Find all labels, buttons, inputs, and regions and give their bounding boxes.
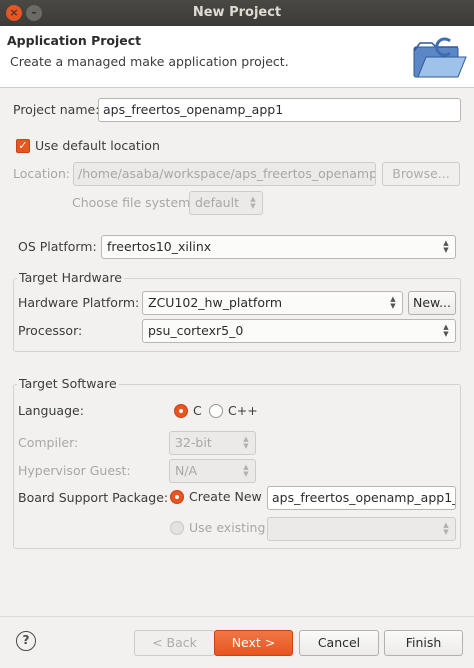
hypervisor-guest-label: Hypervisor Guest: bbox=[18, 463, 131, 478]
updown-arrows-icon: ▲ ▼ bbox=[250, 195, 256, 210]
file-system-label: Choose file system: bbox=[72, 195, 195, 210]
hypervisor-guest-value: N/A bbox=[175, 463, 198, 478]
wizard-header: Application Project Create a managed mak… bbox=[0, 26, 474, 88]
language-cpp-label: C++ bbox=[228, 403, 258, 418]
location-label: Location: bbox=[13, 166, 71, 181]
os-platform-label: OS Platform: bbox=[18, 239, 97, 254]
minimize-window-button[interactable]: – bbox=[26, 5, 42, 21]
language-c-radio[interactable] bbox=[174, 404, 188, 418]
file-system-value: default bbox=[195, 195, 239, 210]
bsp-use-existing-label: Use existing bbox=[189, 520, 266, 535]
minimize-icon: – bbox=[31, 6, 37, 19]
processor-value: psu_cortexr5_0 bbox=[148, 323, 244, 338]
checkmark-icon: ✓ bbox=[18, 139, 28, 152]
project-name-label: Project name: bbox=[13, 102, 100, 117]
project-name-input[interactable]: aps_freertos_openamp_app1 bbox=[98, 98, 461, 122]
use-default-location-label: Use default location bbox=[35, 138, 160, 153]
os-platform-value: freertos10_xilinx bbox=[107, 239, 212, 254]
compiler-select[interactable]: 32-bit ▲ ▼ bbox=[169, 431, 256, 455]
file-system-select[interactable]: default ▲ ▼ bbox=[189, 191, 263, 215]
target-software-title: Target Software bbox=[17, 376, 119, 391]
next-button[interactable]: Next > bbox=[214, 630, 293, 656]
updown-arrows-icon: ▲ ▼ bbox=[443, 521, 449, 536]
cancel-button[interactable]: Cancel bbox=[299, 630, 379, 656]
back-button[interactable]: < Back bbox=[134, 630, 215, 656]
window-titlebar: New Project bbox=[0, 0, 474, 26]
updown-arrows-icon: ▲ ▼ bbox=[443, 239, 449, 254]
bsp-create-new-label: Create New bbox=[189, 489, 262, 504]
hardware-platform-select[interactable]: ZCU102_hw_platform ▲ ▼ bbox=[142, 291, 403, 315]
language-cpp-radio[interactable] bbox=[209, 404, 223, 418]
hardware-platform-value: ZCU102_hw_platform bbox=[148, 295, 283, 310]
help-button[interactable]: ? bbox=[16, 631, 36, 651]
footer-divider bbox=[0, 616, 474, 617]
updown-arrows-icon: ▲ ▼ bbox=[243, 463, 249, 478]
updown-arrows-icon: ▲ ▼ bbox=[443, 323, 449, 338]
browse-button[interactable]: Browse... bbox=[382, 162, 460, 186]
bsp-create-new-radio[interactable] bbox=[170, 490, 184, 504]
new-hardware-platform-button[interactable]: New... bbox=[408, 291, 456, 315]
compiler-label: Compiler: bbox=[18, 435, 79, 450]
wizard-title: Application Project bbox=[7, 33, 142, 48]
wizard-folder-c-icon bbox=[413, 37, 467, 78]
close-window-button[interactable]: × bbox=[6, 5, 22, 21]
updown-arrows-icon: ▲ ▼ bbox=[390, 295, 396, 310]
close-icon: × bbox=[9, 6, 19, 19]
bsp-existing-select[interactable]: ▲ ▼ bbox=[267, 517, 456, 541]
bsp-label: Board Support Package: bbox=[18, 490, 169, 505]
language-c-label: C bbox=[193, 403, 202, 418]
bsp-name-input[interactable]: aps_freertos_openamp_app1_ bbox=[267, 486, 456, 510]
updown-arrows-icon: ▲ ▼ bbox=[243, 435, 249, 450]
hypervisor-guest-select[interactable]: N/A ▲ ▼ bbox=[169, 459, 256, 483]
processor-select[interactable]: psu_cortexr5_0 ▲ ▼ bbox=[142, 319, 456, 343]
wizard-description: Create a managed make application projec… bbox=[10, 54, 289, 69]
compiler-value: 32-bit bbox=[175, 435, 212, 450]
processor-label: Processor: bbox=[18, 323, 83, 338]
window-title: New Project bbox=[192, 5, 282, 20]
location-input[interactable]: /home/asaba/workspace/aps_freertos_opena… bbox=[73, 162, 376, 186]
hardware-platform-label: Hardware Platform: bbox=[18, 295, 140, 310]
os-platform-select[interactable]: freertos10_xilinx ▲ ▼ bbox=[101, 235, 456, 259]
bsp-use-existing-radio[interactable] bbox=[170, 521, 184, 535]
finish-button[interactable]: Finish bbox=[384, 630, 463, 656]
language-label: Language: bbox=[18, 403, 84, 418]
use-default-location-checkbox[interactable]: ✓ bbox=[16, 139, 30, 153]
help-icon: ? bbox=[22, 633, 30, 647]
target-hardware-title: Target Hardware bbox=[17, 270, 124, 285]
